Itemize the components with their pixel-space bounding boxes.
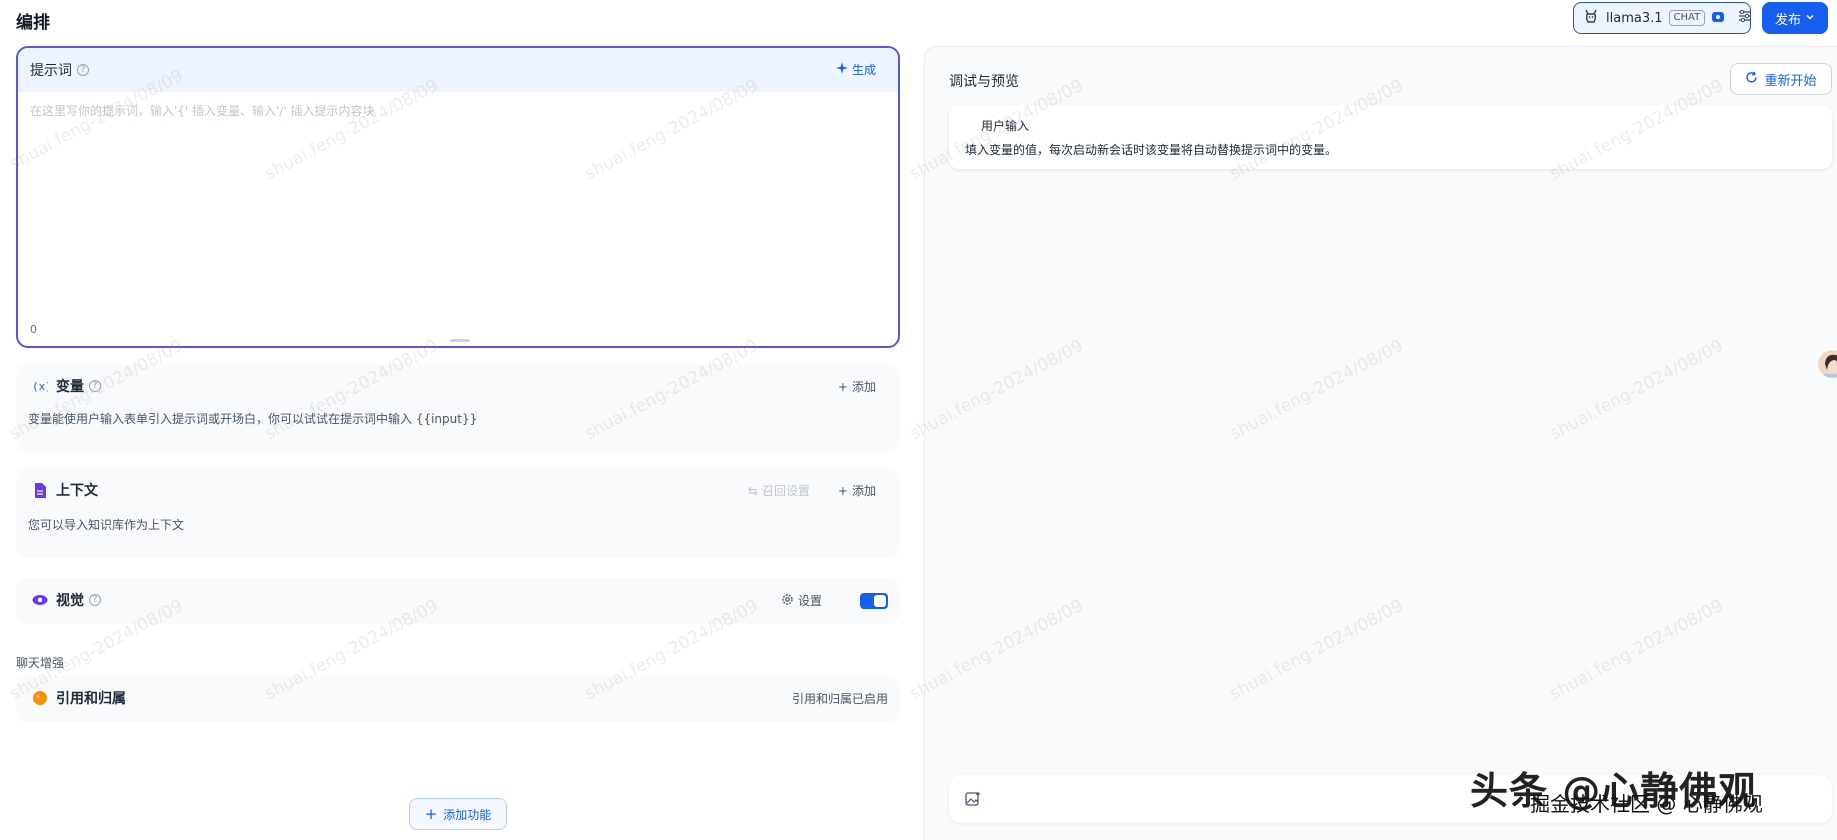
top-bar: 编排 llama3.1 CHAT 发布 [0, 0, 1837, 44]
refresh-icon [1745, 71, 1758, 88]
sparkle-icon [835, 62, 848, 77]
user-input-card: 用户输入 填入变量的值，每次启动新会话时该变量将自动替换提示词中的变量。 [949, 105, 1832, 169]
restart-button[interactable]: 重新开始 [1730, 63, 1832, 95]
add-label: 添加 [851, 380, 876, 394]
plus-icon: + [837, 379, 848, 394]
chat-enhance-section-label: 聊天增强 [16, 656, 65, 670]
sliders-icon[interactable] [1737, 8, 1753, 28]
prompt-editor[interactable]: 提示词 ? 生成 在这里写你的提示词，输入'{' 插入变量、输入'/' 插入提示… [16, 46, 900, 348]
help-icon[interactable]: ? [77, 64, 89, 76]
model-name: llama3.1 [1606, 10, 1663, 26]
add-label: 添加 [851, 484, 876, 498]
help-icon[interactable]: ? [89, 380, 101, 392]
help-icon[interactable]: ? [89, 594, 101, 606]
citation-header: " 引用和归属 引用和归属已启用 [16, 676, 900, 720]
context-description: 您可以导入知识库作为上下文 [28, 518, 185, 532]
page-title: 编排 [16, 13, 50, 33]
vision-title: 视觉 [56, 593, 84, 609]
user-input-title: 用户输入 [981, 119, 1030, 133]
user-input-description: 填入变量的值，每次启动新会话时该变量将自动替换提示词中的变量。 [965, 143, 1338, 157]
context-panel: 上下文 ⇆ 召回设置 + 添加 您可以导入知识库作为上下文 [16, 468, 900, 558]
resize-handle[interactable] [450, 339, 470, 342]
document-icon [32, 482, 48, 498]
chevron-down-icon [1805, 11, 1815, 26]
restart-label: 重新开始 [1764, 73, 1817, 89]
settings-sliders-icon: ⇆ [747, 483, 758, 498]
gear-icon [781, 593, 794, 609]
quote-icon: " [32, 690, 48, 706]
add-context-button[interactable]: + 添加 [838, 482, 876, 499]
image-upload-icon[interactable] [965, 791, 981, 811]
prompt-textarea[interactable]: 在这里写你的提示词，输入'{' 插入变量、输入'/' 插入提示内容块 [18, 92, 898, 129]
generate-button[interactable]: 生成 [835, 61, 876, 78]
citation-status: 引用和归属已启用 [791, 692, 888, 706]
svg-text:": " [36, 695, 40, 705]
eye-icon [1711, 9, 1725, 28]
prompt-header: 提示词 ? 生成 [18, 48, 898, 92]
char-count: 0 [30, 323, 37, 336]
svg-text:(x): (x) [32, 380, 48, 393]
add-variable-button[interactable]: + 添加 [838, 378, 876, 395]
retrieval-settings-button[interactable]: ⇆ 召回设置 [748, 482, 810, 499]
citation-panel: " 引用和归属 引用和归属已启用 [16, 676, 900, 722]
variable-icon: (x) [32, 378, 48, 394]
variables-title: 变量 [56, 379, 84, 395]
retrieval-label: 召回设置 [761, 484, 810, 498]
plus-icon: + [424, 805, 438, 823]
publish-button[interactable]: 发布 [1762, 2, 1828, 34]
vision-toggle[interactable] [860, 593, 888, 609]
vision-panel: 视觉 ? 设置 [16, 578, 900, 624]
generate-label: 生成 [851, 63, 876, 77]
brand-overlay-small: 掘金技术社区 @ 心静佛观 [1530, 792, 1763, 816]
debug-preview-panel: 调试与预览 重新开始 用户输入 填入变量的值，每次启动新会话时该变量将自动替换提… [924, 46, 1837, 840]
add-feature-button[interactable]: + 添加功能 [409, 798, 507, 830]
eye-icon [32, 592, 48, 608]
chat-badge: CHAT [1668, 10, 1706, 26]
context-header: 上下文 ⇆ 召回设置 + 添加 [16, 468, 900, 512]
plus-icon: + [837, 483, 848, 498]
variables-panel: (x) 变量 ? + 添加 变量能使用户输入表单引入提示词或开场白，你可以试试在… [16, 364, 900, 452]
citation-title: 引用和归属 [56, 691, 126, 707]
variables-header: (x) 变量 ? + 添加 [16, 364, 900, 408]
publish-label: 发布 [1774, 12, 1801, 28]
variables-description: 变量能使用户输入表单引入提示词或开场白，你可以试试在提示词中输入 {{input… [28, 412, 478, 426]
vision-header: 视觉 ? 设置 [16, 578, 900, 622]
context-title: 上下文 [56, 483, 98, 499]
settings-label: 设置 [797, 594, 822, 608]
vision-settings-button[interactable]: 设置 [781, 592, 822, 609]
add-feature-label: 添加功能 [443, 807, 492, 822]
prompt-label: 提示词 [30, 63, 72, 79]
model-selector-button[interactable]: llama3.1 CHAT [1573, 2, 1753, 34]
llama-icon [1582, 7, 1600, 29]
preview-title: 调试与预览 [949, 74, 1019, 90]
